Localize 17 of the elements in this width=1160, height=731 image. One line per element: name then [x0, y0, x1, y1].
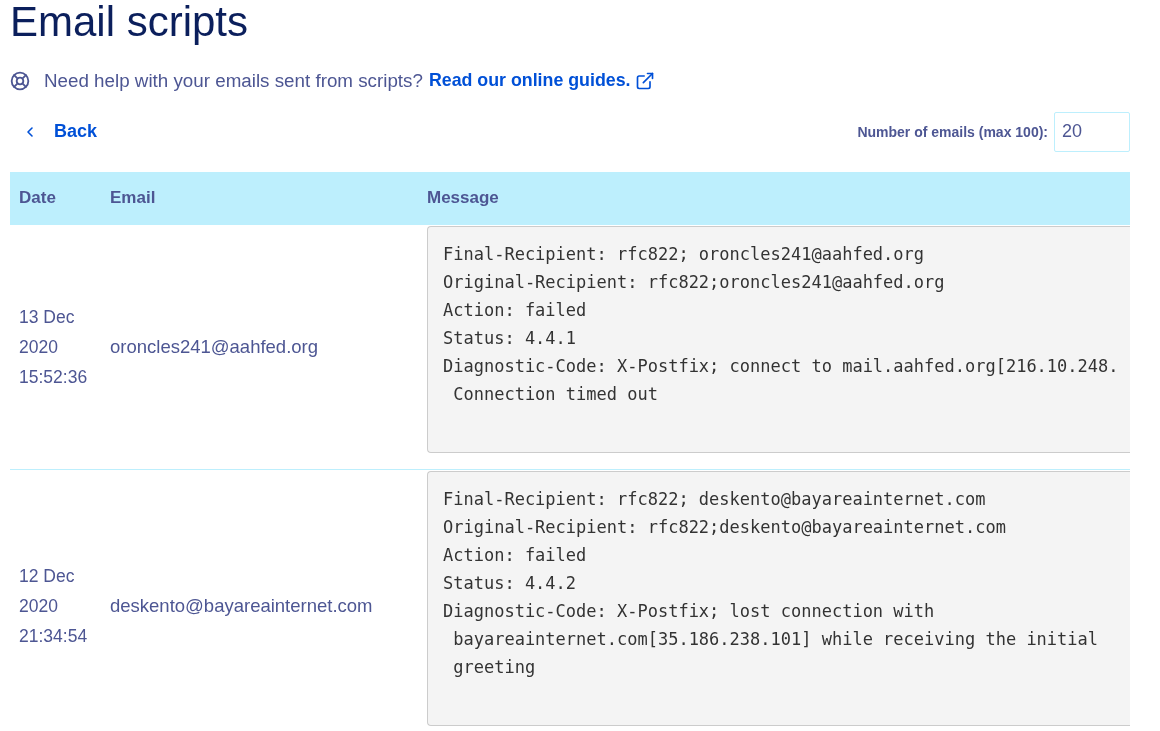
- count-field[interactable]: 20: [1054, 111, 1130, 152]
- column-header: Message: [427, 188, 499, 209]
- column-header: Email: [110, 188, 156, 209]
- lifebuoy-icon: [10, 70, 30, 91]
- external-link-icon: [635, 70, 656, 91]
- count-label: Number of emails (max 100):: [857, 123, 1048, 140]
- help-text: Need help with your emails sent from scripts?: [44, 69, 423, 92]
- back-link[interactable]: Back: [10, 121, 98, 143]
- column-header: Date: [19, 188, 56, 209]
- guides-link[interactable]: Read our online guides.: [428, 70, 656, 92]
- page-title: Email scripts: [10, 0, 249, 44]
- date-cell-text: 12 Dec 2020 21:34:54: [19, 564, 89, 648]
- email-cell: oroncles241@aahfed.org: [110, 334, 319, 359]
- date-cell-text: 13 Dec 2020 15:52:36: [19, 305, 89, 389]
- message-text: Final-Recipient: rfc822; deskento@bayareainternet.com Original-Recipient: rfc822;deskento@bayareainternet.com Action: failed Status: 4.4.2 Diagnostic-Code: X-Postfix; lost connection with bayareainternet.com[35.186.238.101] while receiving the initial greeting: [427, 470, 1130, 726]
- message-text: Final-Recipient: rfc822; oroncles241@aahfed.org Original-Recipient: rfc822;oroncles241@aahfed.org Action: failed Status: 4.4.1 Diagnostic-Code: X-Postfix; connect to mail.aahfed.org[216.10.248. Connection timed out: [427, 225, 1130, 453]
- email-cell: deskento@bayareainternet.com: [110, 593, 373, 618]
